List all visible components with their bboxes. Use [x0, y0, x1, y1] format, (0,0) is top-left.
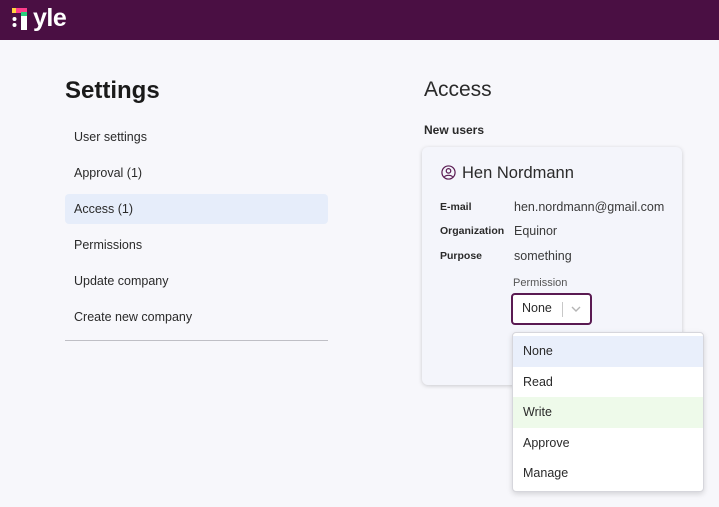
page-title: Settings: [65, 77, 160, 104]
permission-selected-value: None: [522, 301, 552, 315]
organization-label: Organization: [440, 225, 505, 237]
top-bar: yle: [0, 0, 719, 40]
nav-divider: [65, 340, 328, 341]
logo-mark-icon: [12, 8, 27, 30]
chevron-down-icon[interactable]: [570, 303, 582, 315]
nav-item-user-settings[interactable]: User settings: [65, 122, 328, 152]
nav-item-access[interactable]: Access (1): [65, 194, 328, 224]
nav-item-permissions[interactable]: Permissions: [65, 230, 328, 260]
nav-item-approval[interactable]: Approval (1): [65, 158, 328, 188]
option-read[interactable]: Read: [513, 367, 703, 398]
nav-item-update-company[interactable]: Update company: [65, 266, 328, 296]
option-none[interactable]: None: [513, 336, 703, 367]
email-value: hen.nordmann@gmail.com: [514, 200, 665, 214]
permission-dropdown-menu: None Read Write Approve Manage: [512, 332, 704, 492]
new-users-heading: New users: [424, 123, 485, 137]
select-separator: [562, 302, 563, 317]
option-manage[interactable]: Manage: [513, 458, 703, 489]
permission-select[interactable]: None: [511, 293, 592, 325]
option-write[interactable]: Write: [513, 397, 703, 428]
email-label: E-mail: [440, 201, 472, 213]
access-title: Access: [424, 78, 492, 101]
permission-label: Permission: [513, 277, 568, 289]
option-approve[interactable]: Approve: [513, 428, 703, 459]
purpose-label: Purpose: [440, 250, 483, 262]
user-circle-icon: [441, 165, 456, 180]
user-name: Hen Nordmann: [462, 164, 574, 182]
organization-value: Equinor: [514, 224, 558, 238]
app-logo[interactable]: yle: [11, 4, 73, 34]
purpose-value: something: [514, 249, 572, 263]
logo-text: yle: [33, 4, 67, 32]
nav-item-create-new-company[interactable]: Create new company: [65, 302, 328, 332]
settings-nav: User settings Approval (1) Access (1) Pe…: [65, 122, 328, 338]
